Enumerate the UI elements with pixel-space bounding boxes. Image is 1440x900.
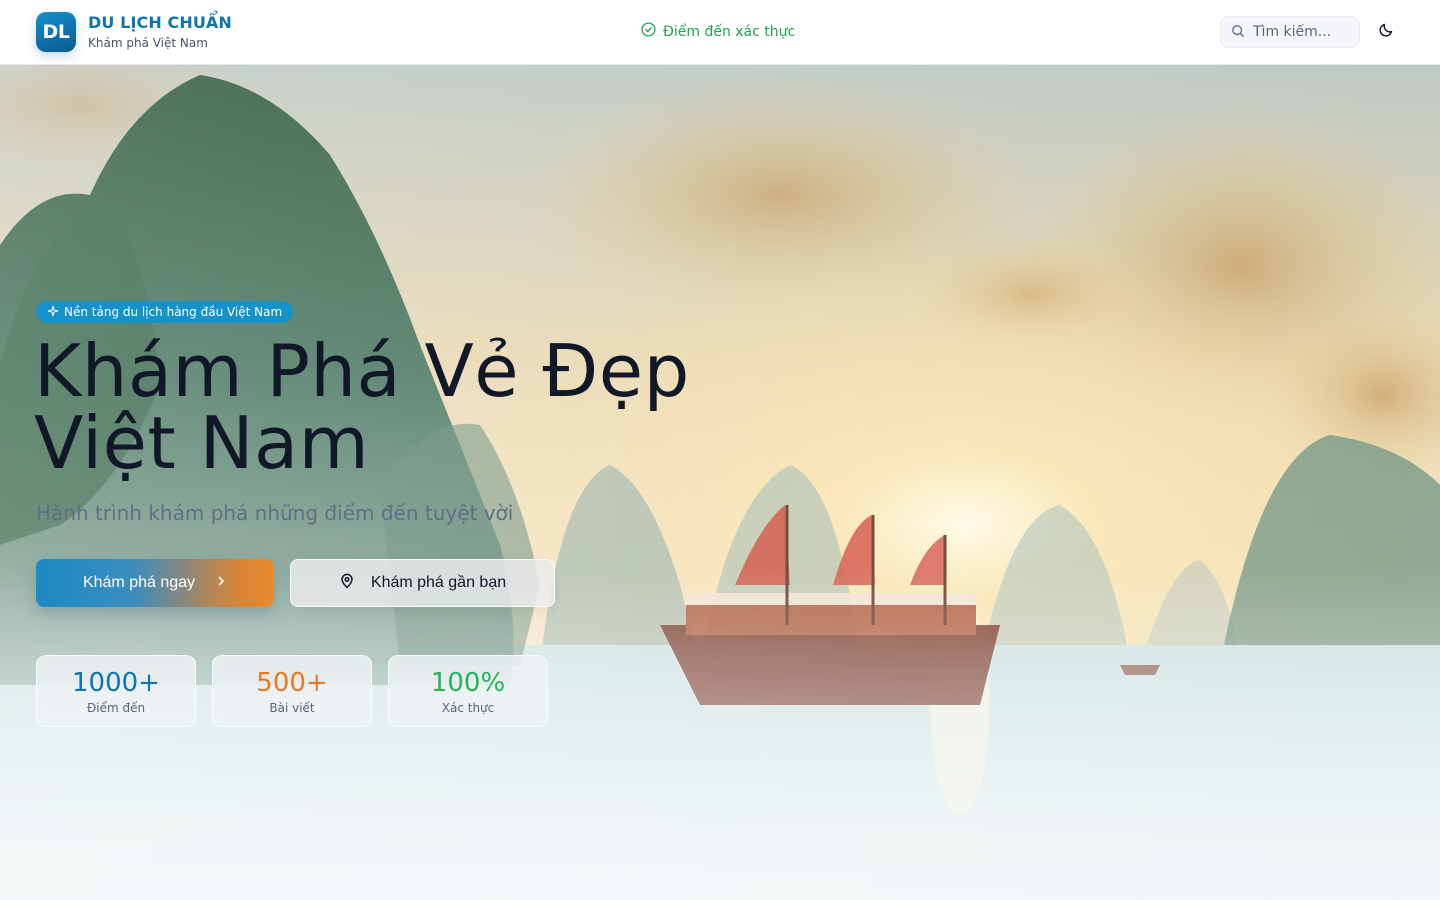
- stat-value: 500+: [256, 667, 328, 698]
- theme-toggle-button[interactable]: [1374, 20, 1398, 44]
- check-circle-icon: [641, 22, 656, 41]
- stat-card-articles: 500+ Bài viết: [212, 655, 372, 727]
- verified-label: Điểm đến xác thực: [663, 23, 796, 40]
- stat-card-verified: 100% Xác thực: [388, 655, 548, 727]
- sparkle-icon: [47, 305, 59, 320]
- map-pin-icon: [339, 573, 355, 594]
- explore-nearby-button[interactable]: Khám phá gần bạn: [290, 559, 555, 607]
- search-input[interactable]: [1253, 24, 1353, 40]
- stat-label: Xác thực: [441, 700, 495, 715]
- hero-title-line-1: Khám Phá Vẻ Đẹp: [34, 329, 690, 413]
- chevron-right-icon: [215, 574, 227, 592]
- brand[interactable]: DU LỊCH CHUẨN Khám phá Việt Nam: [88, 13, 232, 52]
- stat-value: 1000+: [72, 667, 160, 698]
- hero-section: Nền tảng du lịch hàng đầu Việt Nam Khám …: [0, 65, 1440, 900]
- brand-subtitle: Khám phá Việt Nam: [88, 36, 208, 50]
- brand-title: DU LỊCH CHUẨN: [88, 13, 232, 32]
- explore-nearby-label: Khám phá gần bạn: [370, 574, 507, 591]
- hero-title-line-2: Việt Nam: [34, 401, 370, 485]
- moon-icon: [1378, 22, 1394, 42]
- platform-badge: Nền tảng du lịch hàng đầu Việt Nam: [36, 301, 294, 323]
- stat-label: Điểm đến: [86, 700, 146, 715]
- hero-title: Khám Phá Vẻ Đẹp Việt Nam: [34, 335, 794, 479]
- explore-now-label: Khám phá ngay: [82, 574, 196, 591]
- verified-destinations: Điểm đến xác thực: [641, 22, 795, 41]
- badge-label: Nền tảng du lịch hàng đầu Việt Nam: [64, 305, 283, 319]
- stat-card-destinations: 1000+ Điểm đến: [36, 655, 196, 727]
- search-icon: [1231, 23, 1245, 42]
- top-header: DL DU LỊCH CHUẨN Khám phá Việt Nam Điểm …: [0, 0, 1440, 65]
- logo[interactable]: DL: [36, 12, 76, 52]
- search-box[interactable]: [1220, 16, 1360, 48]
- hero-subtitle: Hành trình khám phá những điểm đến tuyệt…: [36, 501, 514, 525]
- stat-value: 100%: [430, 667, 506, 698]
- explore-now-button[interactable]: Khám phá ngay: [36, 559, 274, 607]
- stat-label: Bài viết: [269, 700, 315, 715]
